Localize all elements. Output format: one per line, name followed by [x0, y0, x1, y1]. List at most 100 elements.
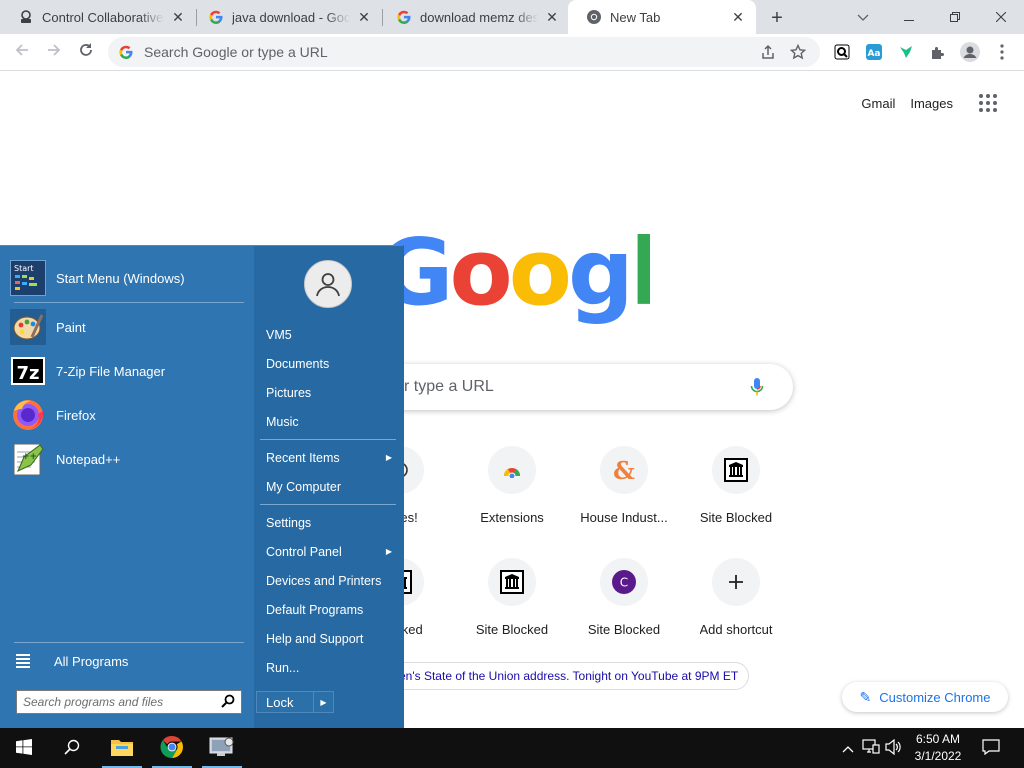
- start-menu-item-label: Paint: [56, 319, 86, 335]
- start-menu-link-control-panel[interactable]: Control Panel ▶: [262, 538, 398, 565]
- lock-button[interactable]: Lock ▶: [256, 691, 334, 713]
- chrome-web-store-icon: [488, 446, 536, 494]
- 7zip-icon: 7z: [10, 353, 46, 389]
- start-menu-item-7zip[interactable]: 7z 7-Zip File Manager: [10, 349, 246, 393]
- bookmark-star-icon[interactable]: [786, 40, 810, 64]
- taskbar-file-explorer[interactable]: [98, 728, 146, 768]
- start-menu-link-label: Music: [266, 414, 299, 429]
- add-shortcut-tile[interactable]: Add shortcut: [680, 542, 792, 654]
- google-apps-icon[interactable]: [976, 91, 1000, 115]
- start-menu-link-my-computer[interactable]: My Computer: [262, 473, 398, 500]
- tab-download-memz[interactable]: download memz destr ✕: [378, 0, 570, 34]
- shortcut-tile[interactable]: & House Indust...: [568, 430, 680, 542]
- start-button[interactable]: [0, 728, 48, 768]
- shortcut-tile[interactable]: Extensions: [456, 430, 568, 542]
- start-menu-link-pictures[interactable]: Pictures: [262, 379, 398, 406]
- start-menu-item-start-menu-windows[interactable]: Start Start Menu (Windows): [10, 256, 246, 300]
- volume-tray-button[interactable]: [884, 738, 904, 758]
- taskbar-search-button[interactable]: [48, 728, 96, 768]
- tab-close-icon[interactable]: ✕: [730, 9, 746, 25]
- tab-close-icon[interactable]: ✕: [356, 9, 372, 25]
- ntp-search-input[interactable]: [404, 378, 745, 396]
- taskbar-vnc-viewer[interactable]: [198, 728, 246, 768]
- restore-button[interactable]: [932, 0, 978, 34]
- shortcut-title: House Indust...: [580, 510, 668, 525]
- tab-java-download[interactable]: java download - Google ✕: [190, 0, 382, 34]
- forward-arrow-icon: [46, 42, 62, 63]
- tab-title: Control Collaborative V: [42, 9, 164, 25]
- site-blocked-icon: [712, 446, 760, 494]
- shortcut-tile[interactable]: C Site Blocked: [568, 542, 680, 654]
- new-tab-button[interactable]: +: [765, 6, 789, 30]
- start-menu-link-recent-items[interactable]: Recent Items ▶: [262, 444, 398, 471]
- back-button[interactable]: [8, 38, 36, 66]
- start-menu-link-label: Help and Support: [266, 631, 364, 646]
- ext-translate-button[interactable]: Aa: [862, 41, 886, 65]
- taskbar-clock[interactable]: 6:50 AM 3/1/2022: [906, 730, 970, 766]
- start-menu-link-settings[interactable]: Settings: [262, 509, 398, 536]
- start-menu-link-run[interactable]: Run...: [262, 654, 398, 681]
- minimize-button[interactable]: [886, 0, 932, 34]
- svg-text:7z: 7z: [16, 363, 39, 384]
- speaker-icon: [885, 738, 903, 758]
- user-avatar[interactable]: [304, 260, 352, 308]
- ext-q-button[interactable]: [830, 41, 854, 65]
- tab-search-button[interactable]: [840, 0, 886, 34]
- plus-icon: [712, 558, 760, 606]
- start-menu-link-devices-printers[interactable]: Devices and Printers: [262, 567, 398, 594]
- start-menu-link-vm5[interactable]: VM5: [262, 321, 398, 348]
- profile-button[interactable]: [958, 41, 982, 65]
- start-menu-item-label: 7-Zip File Manager: [56, 363, 166, 379]
- tab-close-icon[interactable]: ✕: [544, 9, 560, 25]
- microphone-icon[interactable]: [745, 375, 769, 399]
- start-menu-link-music[interactable]: Music: [262, 408, 398, 435]
- tab-new-tab[interactable]: New Tab ✕: [568, 0, 756, 34]
- profile-icon: [960, 41, 980, 65]
- extensions-button[interactable]: [926, 41, 950, 65]
- gmail-link[interactable]: Gmail: [861, 96, 895, 111]
- close-window-button[interactable]: [978, 0, 1024, 34]
- shortcut-title: Extensions: [480, 510, 544, 525]
- google-g-icon: [118, 44, 134, 60]
- forward-button[interactable]: [40, 38, 68, 66]
- start-menu-item-paint[interactable]: Paint: [10, 305, 246, 349]
- start-search-box[interactable]: [16, 690, 242, 714]
- start-search-input[interactable]: [23, 695, 221, 709]
- kebab-menu-icon: [1000, 43, 1004, 63]
- start-menu-link-default-programs[interactable]: Default Programs: [262, 596, 398, 623]
- share-icon[interactable]: [756, 40, 780, 64]
- customize-chrome-button[interactable]: ✎ Customize Chrome: [842, 682, 1008, 712]
- letter-c-icon: C: [600, 558, 648, 606]
- show-hidden-icons-button[interactable]: [838, 738, 858, 758]
- plus-icon: +: [771, 6, 783, 29]
- tab-close-icon[interactable]: ✕: [170, 9, 186, 25]
- omnibox-input[interactable]: [144, 44, 750, 60]
- ext-bird-button[interactable]: [894, 41, 918, 65]
- ext-q-icon: [834, 44, 850, 63]
- notification-icon: [982, 738, 1000, 758]
- browser-toolbar: Aa: [0, 34, 1024, 71]
- all-programs-button[interactable]: All Programs: [16, 648, 128, 674]
- omnibox[interactable]: [108, 37, 820, 67]
- tab-strip: Control Collaborative V ✕ java download …: [0, 0, 1024, 34]
- shortcut-tile[interactable]: Site Blocked: [680, 430, 792, 542]
- images-link[interactable]: Images: [910, 96, 953, 111]
- tab-title: java download - Google: [232, 9, 350, 25]
- shortcut-tile[interactable]: Site Blocked: [456, 542, 568, 654]
- search-icon[interactable]: [221, 694, 235, 711]
- start-menu-link-help-support[interactable]: Help and Support: [262, 625, 398, 652]
- chrome-menu-button[interactable]: [990, 41, 1014, 65]
- start-menu-item-firefox[interactable]: Firefox: [10, 393, 246, 437]
- taskbar-chrome[interactable]: [148, 728, 196, 768]
- power-options-arrow-icon[interactable]: ▶: [313, 692, 333, 712]
- network-tray-button[interactable]: [861, 738, 881, 758]
- action-center-button[interactable]: [981, 738, 1001, 758]
- ntp-header: Gmail Images: [861, 94, 1024, 112]
- reload-button[interactable]: [72, 38, 100, 66]
- windows-start-icon: [16, 738, 32, 758]
- start-menu-link-documents[interactable]: Documents: [262, 350, 398, 377]
- google-g-icon: [396, 9, 412, 25]
- start-menu-item-notepad-plus-plus[interactable]: ++ Notepad++: [10, 437, 246, 481]
- chevron-down-icon: [857, 10, 869, 25]
- tab-control-collaborative[interactable]: Control Collaborative V ✕: [0, 0, 196, 34]
